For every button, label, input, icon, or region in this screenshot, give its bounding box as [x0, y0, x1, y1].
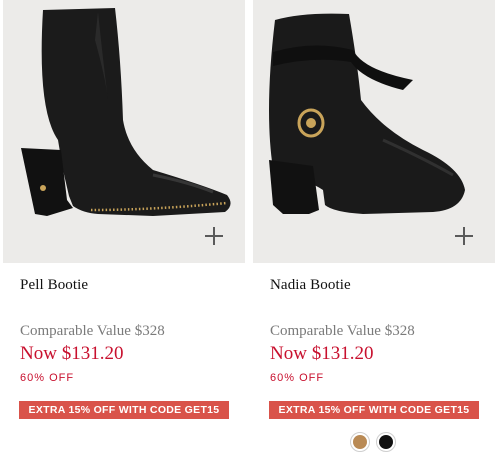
boot-illustration [269, 13, 465, 214]
product-image-pell-bootie[interactable] [3, 0, 245, 263]
color-swatch-tan[interactable] [350, 432, 370, 452]
discount-label: 60% OFF [270, 372, 325, 384]
boot-illustration [21, 8, 231, 216]
plus-icon[interactable] [205, 227, 223, 245]
discount-label: 60% OFF [20, 372, 75, 384]
product-name[interactable]: Pell Bootie [20, 277, 88, 294]
color-swatches [350, 432, 396, 452]
comparable-value: Comparable Value $328 [270, 323, 415, 339]
product-card-nadia-bootie[interactable]: Nadia Bootie Comparable Value $328 Now $… [253, 0, 499, 457]
plus-icon[interactable] [455, 227, 473, 245]
color-swatch-black[interactable] [376, 432, 396, 452]
product-name[interactable]: Nadia Bootie [270, 277, 351, 294]
swatch-fill [353, 435, 367, 449]
swatch-fill [379, 435, 393, 449]
promo-badge: EXTRA 15% OFF WITH CODE GET15 [269, 401, 479, 419]
comparable-value: Comparable Value $328 [20, 323, 165, 339]
product-image-nadia-bootie[interactable] [253, 0, 495, 263]
sale-price: Now $131.20 [20, 343, 124, 364]
product-card-pell-bootie[interactable]: Pell Bootie Comparable Value $328 Now $1… [3, 0, 249, 457]
sale-price: Now $131.20 [270, 343, 374, 364]
promo-badge: EXTRA 15% OFF WITH CODE GET15 [19, 401, 229, 419]
